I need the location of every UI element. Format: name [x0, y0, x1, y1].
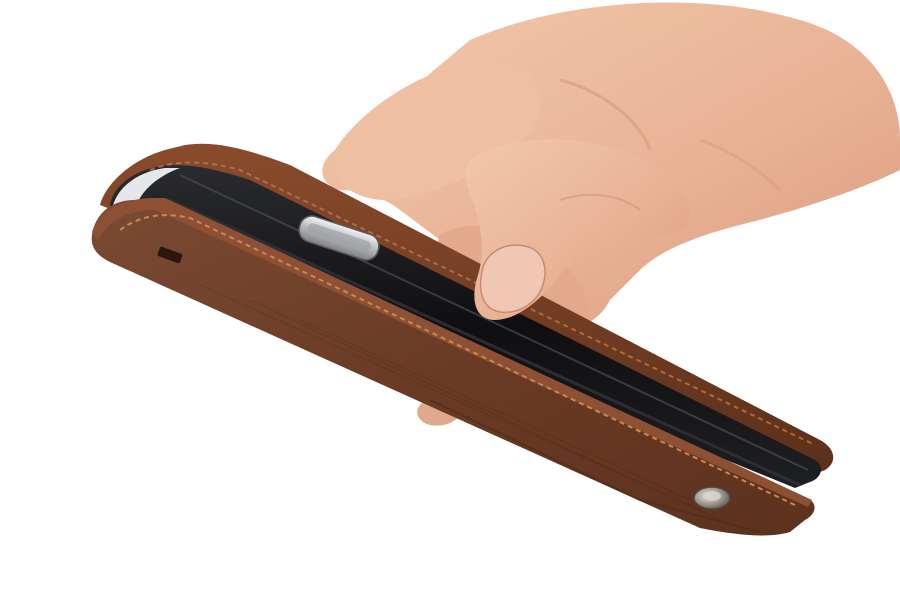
product-photo	[0, 0, 900, 600]
photo-canvas	[91, 2, 900, 536]
